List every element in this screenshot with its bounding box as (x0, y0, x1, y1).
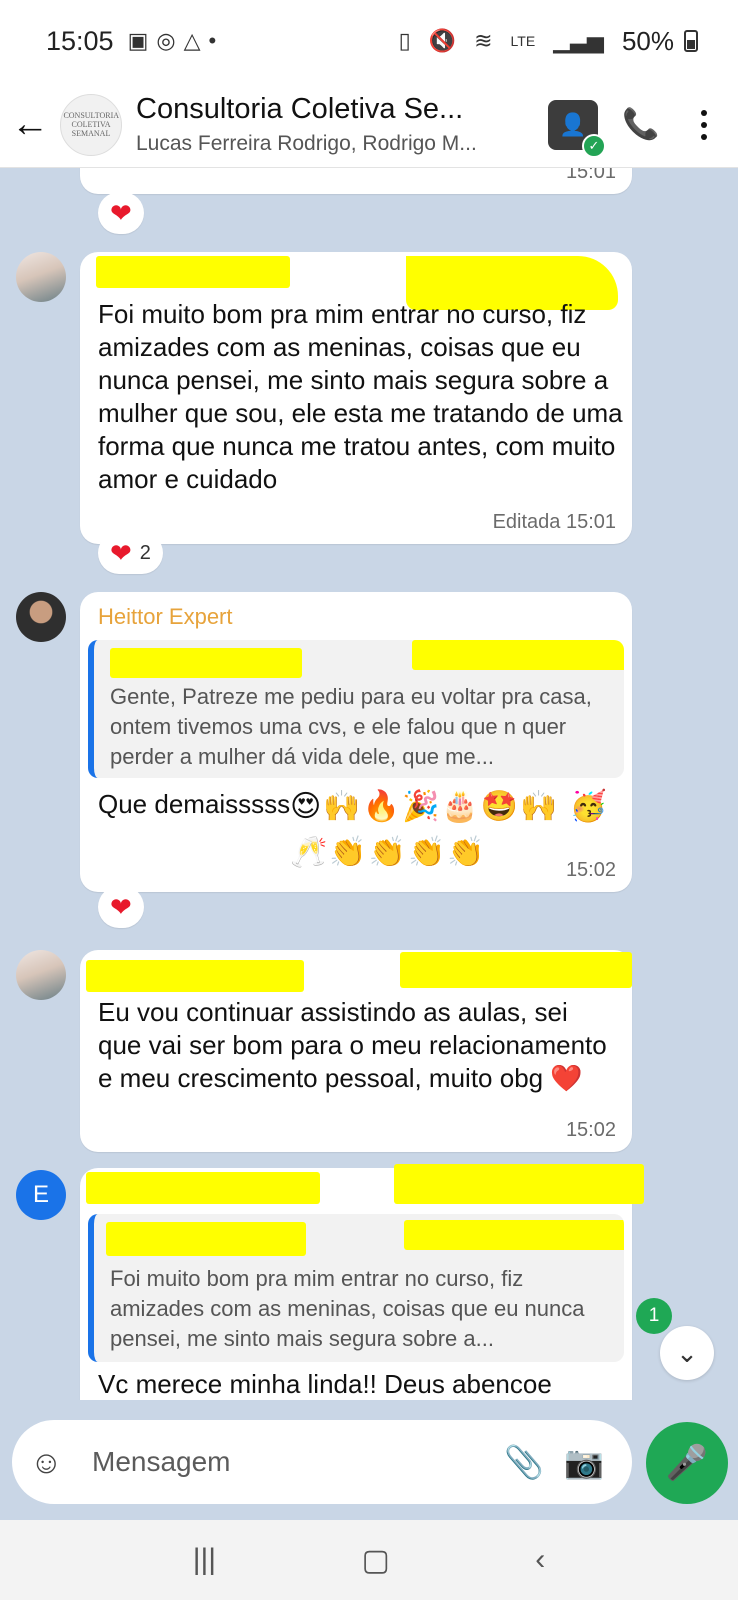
message-text: Eu vou continuar assistindo as aulas, se… (98, 997, 607, 1093)
sender-name: Heittor Expert (98, 604, 233, 629)
chat-header: ← CONSULTORIA COLETIVA SEMANAL Consultor… (0, 82, 738, 168)
message-text: Que demaisssss (98, 789, 291, 819)
reaction-badge[interactable]: ❤ (98, 192, 144, 234)
message-time: 15:01 (565, 168, 616, 183)
camera-icon[interactable]: 📷 (554, 1443, 614, 1481)
double-chevron-down-icon: ⌄ (676, 1337, 698, 1368)
redacted-phone (404, 1220, 624, 1250)
gallery-icon: ▣ (127, 28, 149, 53)
message-time: 15:02 (565, 859, 616, 881)
home-icon[interactable]: ▢ (362, 1543, 390, 1578)
battery-icon (684, 30, 698, 52)
redacted-name (86, 960, 304, 992)
sender-avatar[interactable]: E (16, 1170, 66, 1220)
message-bubble[interactable]: Foi muito bom pra mim entrar no curso, f… (80, 1164, 644, 1400)
quoted-message[interactable]: Foi muito bom pra mim entrar no curso, f… (88, 1214, 624, 1362)
sender-avatar[interactable] (16, 252, 66, 302)
battery-percent: 50% (621, 25, 674, 56)
redacted-name (110, 648, 302, 678)
heart-icon: ❤ (110, 538, 132, 568)
redacted-phone (400, 952, 632, 988)
quoted-text: Gente, Patreze me pediu para eu voltar p… (110, 684, 592, 769)
more-options-icon[interactable] (684, 109, 724, 140)
back-arrow-icon[interactable]: ← (0, 103, 60, 146)
wifi-icon: ≋ (474, 28, 493, 53)
contact-avatar[interactable]: 👤 ✓ (548, 99, 606, 158)
attach-clip-icon[interactable]: 📎 (494, 1443, 554, 1481)
group-logo-text: CONSULTORIA COLETIVA SEMANAL (63, 111, 120, 138)
status-time: 15:05 (46, 25, 114, 56)
lte-label: LTE (510, 33, 536, 49)
message-bubble[interactable]: Foi muito bom pra mim entrar no curso, f… (80, 252, 632, 544)
redacted-name (86, 1172, 320, 1204)
message-bubble[interactable]: Heittor Expert Gente, Patreze me pediu p… (80, 592, 632, 892)
mic-button[interactable]: 🎤 (646, 1422, 728, 1504)
nav-back-icon[interactable]: ‹ (535, 1543, 545, 1577)
sticker-emoji-icon[interactable]: ☺ (30, 1444, 80, 1481)
message-meta: Editada 15:01 (492, 511, 616, 533)
whatsapp-icon: ◎ (156, 28, 176, 53)
system-nav-bar: ||| ▢ ‹ (0, 1520, 738, 1600)
recent-apps-icon[interactable]: ||| (193, 1543, 216, 1577)
unread-count-badge: 1 (636, 1298, 672, 1334)
message-time: 15:02 (565, 1119, 616, 1141)
scroll-down-button[interactable]: ⌄ (660, 1326, 714, 1380)
quoted-message[interactable]: Gente, Patreze me pediu para eu voltar p… (88, 640, 624, 778)
message-bubble[interactable]: Eu vou continuar assistindo as aulas, se… (80, 950, 632, 1152)
quoted-text: Foi muito bom pra mim entrar no curso, f… (110, 1266, 585, 1351)
sender-avatar[interactable] (16, 592, 66, 642)
message-composer[interactable]: ☺ Mensagem 📎 📷 (12, 1420, 632, 1504)
chat-participants: Lucas Ferreira Rodrigo, Rodrigo M... (136, 132, 477, 155)
drive-icon: △ (183, 28, 201, 53)
heart-icon: ❤ (110, 892, 132, 922)
sender-avatar[interactable] (16, 950, 66, 1000)
redacted-name (106, 1222, 306, 1256)
microphone-icon: 🎤 (665, 1444, 709, 1482)
dot-icon: • (208, 28, 217, 53)
reaction-badge[interactable]: ❤ (98, 886, 144, 928)
nfc-icon: ▯ (398, 28, 411, 53)
heart-icon: ❤ (110, 198, 132, 228)
signal-icon: ▁▃▅ (553, 28, 604, 53)
reaction-count: 2 (139, 541, 151, 564)
redacted-phone (394, 1164, 644, 1204)
verified-check-icon: ✓ (582, 133, 606, 158)
add-call-icon[interactable]: 📞 (598, 107, 684, 142)
redacted-phone (412, 640, 624, 670)
message-input[interactable]: Mensagem (80, 1446, 494, 1478)
redacted-name (96, 256, 290, 288)
reaction-badge[interactable]: ❤ 2 (98, 532, 163, 574)
message-text: Vc merece minha linda!! Deus abencoe (98, 1369, 552, 1399)
message-bubble[interactable]: 15:01 (80, 168, 632, 194)
person-icon: 👤 (559, 111, 587, 137)
chat-title-block[interactable]: Consultoria Coletiva Se... Lucas Ferreir… (136, 93, 540, 156)
group-avatar[interactable]: CONSULTORIA COLETIVA SEMANAL (60, 93, 122, 156)
chat-title: Consultoria Coletiva Se... (136, 93, 464, 125)
message-text: Foi muito bom pra mim entrar no curso, f… (98, 299, 623, 494)
mute-icon: 🔇 (428, 28, 457, 53)
status-bar: 15:05 ▣ ◎ △ • ▯ 🔇 ≋ LTE ▁▃▅ 50% (0, 0, 738, 82)
chat-area[interactable]: 15:01 ❤ Foi muito bom pra mim entrar no … (0, 168, 738, 1400)
